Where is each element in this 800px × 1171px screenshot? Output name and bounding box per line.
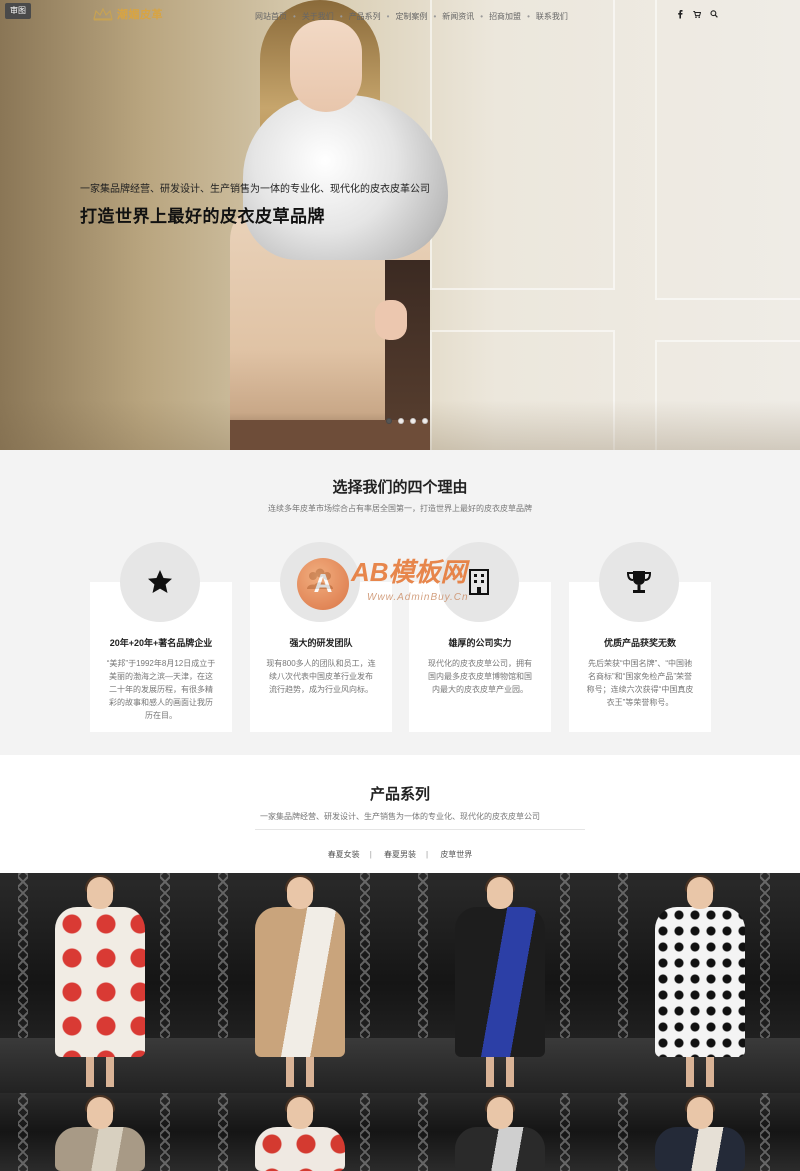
team-icon-circle: [280, 542, 360, 622]
model-head: [287, 1097, 313, 1129]
cart-icon[interactable]: [693, 9, 701, 19]
wall-panel: [655, 0, 800, 300]
building-icon: [469, 569, 489, 595]
model-leg: [106, 1057, 114, 1087]
tab-womens-spring-summer[interactable]: 春夏女装: [328, 850, 360, 859]
stage-truss: [218, 1093, 228, 1171]
stage-truss: [160, 1093, 170, 1171]
reason-card-title: 雄厚的公司实力: [448, 638, 512, 648]
model-garment: [55, 907, 145, 1057]
model-leg: [86, 1057, 94, 1087]
model-garment: [655, 1127, 745, 1171]
menu-item-news[interactable]: 新闻资讯: [442, 11, 474, 22]
stage-truss: [18, 1093, 28, 1171]
menu-item-contact[interactable]: 联系我们: [536, 11, 568, 22]
reason-card-text: 先后荣获“中国名牌”、“中国驰名商标”和“国家免检产品”荣誉称号；连续六次获得“…: [586, 659, 694, 707]
products-subtitle: 一家集品牌经营、研发设计、生产销售为一体的专业化、现代化的皮衣皮草公司: [260, 812, 540, 821]
product-tile-red-polka-top[interactable]: [200, 1093, 400, 1171]
stage-truss: [618, 1093, 628, 1171]
home-badge[interactable]: 审图: [5, 3, 31, 19]
tab-mens-spring-summer[interactable]: 春夏男装: [384, 850, 416, 859]
model-leg: [706, 1057, 714, 1087]
products-title: 产品系列: [369, 786, 430, 803]
model-leg: [686, 1057, 694, 1087]
product-tile-red-polka-coat[interactable]: [0, 873, 200, 1093]
reason-card-title: 20年+20年+著名品牌企业: [109, 638, 213, 648]
nav-icons: [676, 9, 718, 19]
menu-item-franchise[interactable]: 招商加盟: [489, 11, 521, 22]
reasons-title: 选择我们的四个理由: [332, 479, 468, 496]
hero-banner: 一家集品牌经营、研发设计、生产销售为一体的专业化、现代化的皮衣皮革公司 打造世界…: [0, 0, 800, 450]
stage-truss: [560, 1093, 570, 1171]
logo[interactable]: 潮媚皮革: [92, 6, 163, 22]
logo-text: 潮媚皮革: [117, 9, 163, 21]
stage-truss: [760, 1093, 770, 1171]
crown-icon: [93, 7, 113, 21]
model-leg: [306, 1057, 314, 1087]
model-head: [287, 877, 313, 909]
model-garment: [255, 907, 345, 1057]
menu-item-home[interactable]: 网站首页: [255, 11, 287, 22]
reasons-subtitle: 连续多年皮革市场综合占有率居全国第一，打造世界上最好的皮衣皮草品牌: [268, 504, 532, 513]
search-icon[interactable]: [710, 9, 718, 19]
model-garment: [255, 1127, 345, 1171]
model-garment: [455, 1127, 545, 1171]
model-leg: [486, 1057, 494, 1087]
model-leg: [506, 1057, 514, 1087]
model-hand: [375, 300, 407, 340]
tab-fur-world[interactable]: 皮草世界: [440, 850, 472, 859]
product-tile-camel-coat-fur[interactable]: [200, 873, 400, 1093]
model-garment: [655, 907, 745, 1057]
reason-card-text: 现有800多人的团队和员工，连续八次代表中国皮革行业发布流行趋势，成为行业风向标…: [266, 659, 376, 694]
menu-item-products[interactable]: 产品系列: [349, 11, 381, 22]
product-tile-dark-jacket-sunglasses[interactable]: [400, 1093, 600, 1171]
stage-truss: [360, 1093, 370, 1171]
product-tile-navy-patterned-coat[interactable]: [600, 1093, 800, 1171]
model-head: [487, 1097, 513, 1129]
main-menu: 网站首页 • 关于我们 • 产品系列 • 定制案例 • 新闻资讯 • 招商加盟 • 联系我们: [255, 11, 568, 22]
slider-dots: [386, 418, 428, 424]
reason-card-text: 现代化的皮衣皮草公司，拥有国内最多皮衣皮草博物馆和国内最大的皮衣皮草产业园。: [428, 659, 532, 694]
hero-subtitle: 一家集品牌经营、研发设计、生产销售为一体的专业化、现代化的皮衣皮革公司: [80, 184, 430, 195]
reason-card-title: 优质产品获奖无数: [603, 638, 676, 648]
trophy-icon-circle: [599, 542, 679, 622]
product-tile-metallic-gown[interactable]: [0, 1093, 200, 1171]
model-coat-hem: [230, 420, 430, 450]
model-head: [687, 877, 713, 909]
building-icon-circle: [439, 542, 519, 622]
model-garment: [455, 907, 545, 1057]
model-head: [87, 1097, 113, 1129]
trophy-icon: [626, 571, 652, 593]
reason-card-title: 强大的研发团队: [289, 638, 353, 648]
wall-panel: [430, 0, 615, 290]
model-head: [87, 877, 113, 909]
model-head: [487, 877, 513, 909]
facebook-icon[interactable]: [676, 9, 684, 19]
model-head: [687, 1097, 713, 1129]
slider-dot[interactable]: [410, 418, 416, 424]
star-icon-circle: [120, 542, 200, 622]
top-nav: 审图 潮媚皮革 网站首页 • 关于我们 • 产品系列 • 定制案例 • 新闻资讯 • 招商…: [0, 0, 800, 34]
reason-card-text: “美邦”于1992年8月12日成立于美丽的渤海之滨—天津，在这二十年的发展历程，…: [106, 659, 216, 720]
team-icon: [307, 568, 333, 589]
product-tile-black-white-print-dress[interactable]: [600, 873, 800, 1093]
product-tabs: 春夏女装 | 春夏男装 | 皮草世界: [327, 850, 473, 859]
model-fur-collar: [243, 95, 448, 260]
slider-dot[interactable]: [422, 418, 428, 424]
divider: [255, 829, 585, 830]
hero-title: 打造世界上最好的皮衣皮草品牌: [80, 207, 325, 226]
model-leg: [286, 1057, 294, 1087]
slider-dot[interactable]: [398, 418, 404, 424]
star-icon: [148, 570, 172, 593]
slider-dot[interactable]: [386, 418, 392, 424]
product-tile-black-coat-blue-fur[interactable]: [400, 873, 600, 1093]
model-garment: [55, 1127, 145, 1171]
menu-item-cases[interactable]: 定制案例: [395, 11, 427, 22]
menu-item-about[interactable]: 关于我们: [302, 11, 334, 22]
stage-truss: [418, 1093, 428, 1171]
reasons-section: 选择我们的四个理由 连续多年皮革市场综合占有率居全国第一，打造世界上最好的皮衣皮…: [0, 450, 800, 755]
